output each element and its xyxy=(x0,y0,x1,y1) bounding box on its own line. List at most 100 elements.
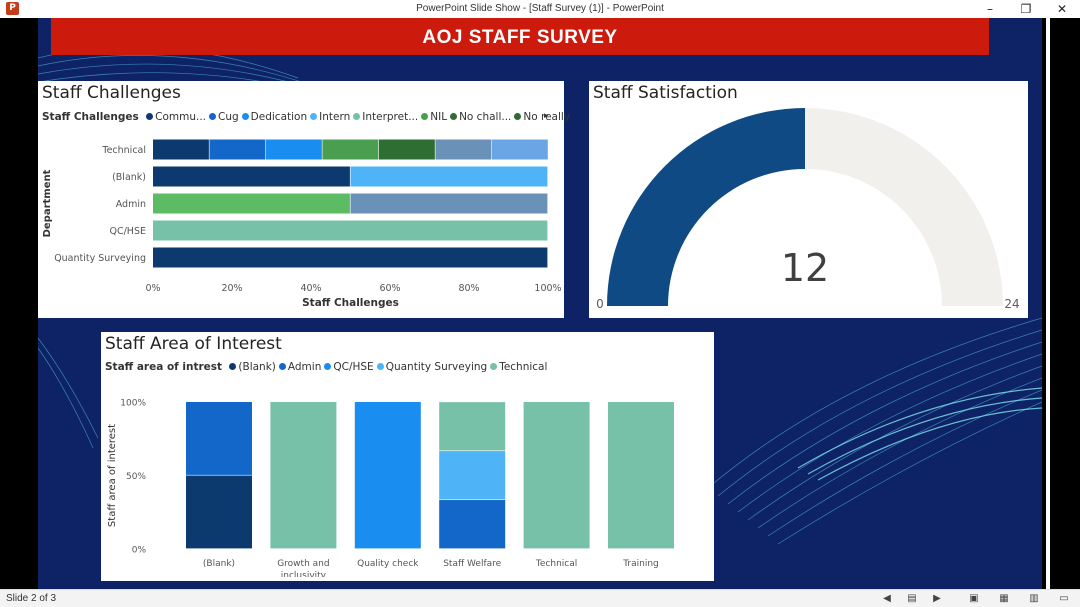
gauge-max-label: 24 xyxy=(1004,297,1019,311)
legend-label: Intern xyxy=(319,111,351,123)
slide-number: Slide 2 of 3 xyxy=(6,593,57,604)
legend-dot-icon xyxy=(278,363,286,370)
y-tick-label: 100% xyxy=(120,399,146,409)
bar-segment xyxy=(153,139,209,160)
legend-dot-icon xyxy=(209,113,217,120)
legend-label: Commu... xyxy=(155,111,207,123)
interest-legend-item[interactable]: Technical xyxy=(490,361,547,373)
challenges-legend-item[interactable]: Interpret... xyxy=(353,111,418,123)
legend-dot-icon xyxy=(241,113,249,120)
bar-segment xyxy=(153,220,548,241)
legend-label: Dedication xyxy=(250,111,308,123)
legend-title: Staff Challenges xyxy=(42,111,139,123)
slide-sorter-button[interactable]: ▦ xyxy=(997,592,1011,605)
category-label: Quantity Surveying xyxy=(54,253,146,264)
bar-segment xyxy=(350,166,548,187)
category-label: (Blank) xyxy=(203,559,235,569)
x-axis-title: Staff Challenges xyxy=(302,297,399,309)
x-tick-label: 20% xyxy=(221,283,242,294)
legend-dot-icon xyxy=(353,113,361,120)
category-label: Training xyxy=(622,559,659,569)
interest-legend-item[interactable]: Admin xyxy=(278,361,322,373)
staff-satisfaction-gauge[interactable]: 12 0 24 xyxy=(589,81,1028,318)
legend-label: Cug xyxy=(218,111,239,123)
title-bar: P PowerPoint Slide Show - [Staff Survey … xyxy=(0,0,1080,18)
y-axis-title: Department xyxy=(42,169,53,237)
bar-segment xyxy=(265,139,322,160)
column-segment xyxy=(439,402,506,451)
legend-scroll-right-icon[interactable]: ▸ xyxy=(544,111,549,121)
category-label: QC/HSE xyxy=(110,226,147,237)
category-label: Quality check xyxy=(357,559,419,569)
interest-legend-item[interactable]: (Blank) xyxy=(229,361,276,373)
title-banner: AOJ STAFF SURVEY xyxy=(51,18,989,55)
category-label: Admin xyxy=(116,199,146,210)
legend-label: (Blank) xyxy=(238,361,276,373)
slide-menu-button[interactable]: ▤ xyxy=(905,592,919,605)
category-label: Technical xyxy=(101,145,146,156)
column-segment xyxy=(186,475,252,549)
legend-dot-icon xyxy=(310,113,318,120)
column-segment xyxy=(354,402,421,549)
category-label: Technical xyxy=(535,559,577,569)
slide-show-button[interactable]: ▭ xyxy=(1057,592,1071,605)
normal-view-button[interactable]: ▣ xyxy=(967,592,981,605)
bar-segment xyxy=(491,139,548,160)
legend-label: Admin xyxy=(287,361,322,373)
category-label: Growth and xyxy=(277,559,329,569)
previous-slide-button[interactable]: ◀ xyxy=(880,592,894,605)
staff-area-of-interest-chart[interactable]: 0% 50% 100% (Blank) Growth and inclusivity Qua… xyxy=(101,377,714,577)
restore-button[interactable]: ❐ xyxy=(1008,0,1044,18)
staff-area-of-interest-title: Staff Area of Interest xyxy=(105,334,282,354)
bar-segment xyxy=(322,139,379,160)
staff-satisfaction-card[interactable]: Staff Satisfaction 12 0 24 xyxy=(589,81,1028,318)
window-title: PowerPoint Slide Show - [Staff Survey (1… xyxy=(416,3,664,14)
staff-challenges-card[interactable]: Staff Challenges Staff Challenges Commu.… xyxy=(38,81,570,318)
legend-label: No chall... xyxy=(459,111,512,123)
staff-area-of-interest-card[interactable]: Staff Area of Interest Staff area of int… xyxy=(101,332,714,581)
reading-view-button[interactable]: ▥ xyxy=(1027,592,1041,605)
column-segment xyxy=(608,402,674,549)
column-segment xyxy=(439,451,506,500)
minimize-button[interactable]: – xyxy=(972,0,1008,18)
challenges-legend-item[interactable]: NIL xyxy=(421,111,447,123)
y-tick-label: 0% xyxy=(132,546,147,556)
y-tick-label: 50% xyxy=(126,472,146,482)
challenges-legend-item[interactable]: Commu... xyxy=(146,111,206,123)
legend-title: Staff area of intrest xyxy=(105,361,223,373)
challenges-legend-item[interactable]: Intern xyxy=(310,111,350,123)
legend-dot-icon xyxy=(490,363,498,370)
staff-challenges-chart[interactable]: Technical (Blank) Admin QC/HSE Quantity Surv… xyxy=(38,126,564,318)
column-segment xyxy=(523,402,590,549)
legend-dot-icon xyxy=(376,363,384,370)
x-tick-label: 100% xyxy=(534,283,561,294)
gauge-track xyxy=(805,108,1003,306)
legend-label: NIL xyxy=(430,111,448,123)
gauge-min-label: 0 xyxy=(596,297,604,311)
legend-label: Technical xyxy=(499,361,548,373)
column-segment xyxy=(270,402,337,549)
staff-challenges-legend: Staff Challenges Commu... Cug Dedication In… xyxy=(42,111,573,123)
next-slide-button[interactable]: ▶ xyxy=(930,592,944,605)
interest-legend-item[interactable]: QC/HSE xyxy=(324,361,374,373)
challenges-legend-item[interactable]: Cug xyxy=(209,111,239,123)
bar-segment xyxy=(153,247,548,268)
close-button[interactable]: ✕ xyxy=(1044,0,1080,18)
staff-challenges-title: Staff Challenges xyxy=(42,83,181,103)
category-label: Staff Welfare xyxy=(443,559,501,569)
slide-canvas[interactable]: AOJ STAFF SURVEY Staff Challenges Staff … xyxy=(38,18,1042,589)
legend-items: (Blank) Admin QC/HSE Quantity Surveying Tech… xyxy=(229,361,550,373)
x-tick-label: 60% xyxy=(379,283,400,294)
y-axis-title: Staff area of interest xyxy=(107,424,118,527)
right-margin xyxy=(1042,18,1080,589)
interest-legend-item[interactable]: Quantity Surveying xyxy=(376,361,487,373)
challenges-legend-item[interactable]: Dedication xyxy=(241,111,308,123)
legend-items: Commu... Cug Dedication Intern Interpret... N… xyxy=(146,111,573,123)
column-segment xyxy=(186,402,252,475)
challenges-legend-item[interactable]: No chall... xyxy=(450,111,511,123)
legend-dot-icon xyxy=(421,113,429,120)
legend-dot-icon xyxy=(229,363,237,370)
staff-area-of-interest-legend: Staff area of intrest (Blank) Admin QC/HSE… xyxy=(105,361,550,373)
challenges-legend-item[interactable]: No really xyxy=(514,111,570,123)
category-label: (Blank) xyxy=(112,172,146,183)
